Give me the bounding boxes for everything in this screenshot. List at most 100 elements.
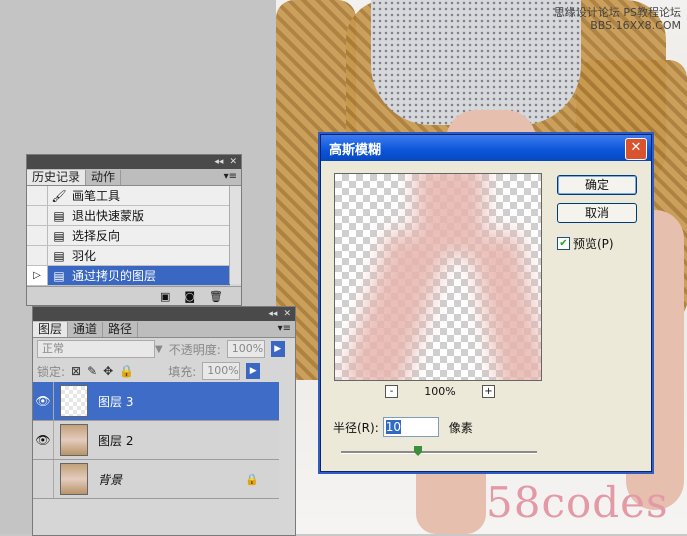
layer-thumbnail xyxy=(60,424,88,456)
layer-row[interactable]: 👁 图层 3 xyxy=(33,382,279,421)
zoom-out-button[interactable]: - xyxy=(385,385,398,398)
chevron-down-icon[interactable]: ▼ xyxy=(155,344,163,355)
history-item-selected[interactable]: ▷ ▤ 通过拷贝的图层 xyxy=(27,266,230,286)
history-item-label: 羽化 xyxy=(72,249,97,263)
watermark-top: 思缘设计论坛 PS教程论坛 BBS.16XX8.COM xyxy=(554,6,681,32)
close-button[interactable]: ✕ xyxy=(625,138,647,160)
doc-icon: ▤ xyxy=(53,248,65,263)
lock-all-icon[interactable]: 🔒 xyxy=(119,364,134,378)
watermark-line2: PS教程论坛 xyxy=(623,6,681,19)
dialog-title: 高斯模糊 xyxy=(329,142,382,158)
watermark-line3: BBS.16XX8.COM xyxy=(590,19,681,32)
zoom-in-button[interactable]: + xyxy=(481,385,495,398)
history-panel-titlebar[interactable]: ◂◂ ✕ xyxy=(27,155,241,169)
trash-icon[interactable]: 🗑 xyxy=(209,290,223,303)
history-source-checkbox[interactable] xyxy=(27,186,48,205)
history-source-checkbox[interactable] xyxy=(27,226,48,245)
layer-thumbnail xyxy=(60,385,88,417)
history-item[interactable]: ▤ 羽化 xyxy=(27,246,230,266)
watermark-bottom: 58codes xyxy=(486,478,669,527)
lock-fill-row: 锁定: ⊠ ✎ ✥ 🔒 填充: 100% ▶ xyxy=(33,360,295,382)
history-item-label: 选择反向 xyxy=(72,229,121,243)
dialog-titlebar[interactable]: 高斯模糊 xyxy=(321,135,651,161)
radius-row: 半径(R): 10 像素 xyxy=(333,417,473,437)
dress xyxy=(371,0,581,125)
doc-icon: ▤ xyxy=(53,268,65,283)
preview-label: 预览(P) xyxy=(573,237,614,251)
collapse-icon[interactable]: ◂◂ xyxy=(268,309,277,319)
layers-panel-titlebar[interactable]: ◂◂ ✕ xyxy=(33,307,295,321)
ok-button[interactable]: 确定 xyxy=(557,175,637,195)
tab-history[interactable]: 历史记录 xyxy=(27,170,87,185)
radius-slider-track[interactable] xyxy=(341,451,537,454)
opacity-input[interactable]: 100% xyxy=(226,340,265,358)
lock-paint-icon[interactable]: ✎ xyxy=(87,364,97,378)
new-document-icon[interactable]: ▣ xyxy=(160,290,170,303)
history-footer: ▣ ◙ 🗑 xyxy=(27,286,241,305)
layer-name[interactable]: 背景 xyxy=(98,471,122,488)
collapse-icon[interactable]: ◂◂ xyxy=(214,157,223,167)
history-list: 🖌 画笔工具 ▤ 退出快速蒙版 ▤ 选择反向 ▤ 羽化 ▷ ▤ 通过拷贝的图层 xyxy=(27,186,230,286)
visibility-toggle-empty[interactable] xyxy=(33,460,54,498)
history-state-marker[interactable]: ▷ xyxy=(27,266,48,285)
history-item-label: 退出快速蒙版 xyxy=(72,209,145,223)
radius-slider-thumb[interactable] xyxy=(414,446,422,456)
layer-row[interactable]: 👁 图层 2 xyxy=(33,421,279,460)
history-source-checkbox[interactable] xyxy=(27,206,48,225)
history-panel: ◂◂ ✕ 历史记录 动作 ▾≡ 🖌 画笔工具 ▤ 退出快速蒙版 ▤ 选择反向 ▤ 羽化 … xyxy=(26,154,242,306)
cancel-button[interactable]: 取消 xyxy=(557,203,637,223)
radius-unit: 像素 xyxy=(448,420,473,435)
tab-channels[interactable]: 通道 xyxy=(68,322,104,337)
zoom-controls: - 100% + xyxy=(385,385,495,398)
lock-icon: 🔒 xyxy=(245,472,259,486)
panel-menu-icon[interactable]: ▾≡ xyxy=(278,323,291,334)
history-item[interactable]: 🖌 画笔工具 xyxy=(27,186,230,206)
blur-preview[interactable] xyxy=(334,173,542,381)
history-item[interactable]: ▤ 选择反向 xyxy=(27,226,230,246)
blend-mode-select[interactable]: 正常 xyxy=(37,340,155,358)
snapshot-icon[interactable]: ◙ xyxy=(184,290,195,303)
layer-thumbnail xyxy=(60,463,88,495)
opacity-label: 不透明度: xyxy=(168,342,221,357)
lock-move-icon[interactable]: ✥ xyxy=(103,364,113,378)
layers-panel: ◂◂ ✕ 图层 通道 路径 ▾≡ 正常 ▼ 不透明度: 100% ▶ 锁定: ⊠… xyxy=(32,306,296,536)
preview-checkbox-row[interactable]: ✔ 预览(P) xyxy=(557,235,614,252)
history-item[interactable]: ▤ 退出快速蒙版 xyxy=(27,206,230,226)
zoom-value: 100% xyxy=(424,385,456,398)
preview-checkbox[interactable]: ✔ xyxy=(557,237,570,250)
opacity-slider-button[interactable]: ▶ xyxy=(270,341,285,357)
lock-label: 锁定: xyxy=(37,364,66,379)
doc-icon: ▤ xyxy=(53,228,65,243)
preview-skin xyxy=(468,230,541,380)
history-source-checkbox[interactable] xyxy=(27,246,48,265)
tab-paths[interactable]: 路径 xyxy=(103,322,139,337)
fill-input[interactable]: 100% xyxy=(202,362,241,380)
history-item-label: 通过拷贝的图层 xyxy=(72,269,157,283)
close-icon[interactable]: ✕ xyxy=(283,309,291,319)
lock-transparency-icon[interactable]: ⊠ xyxy=(71,364,81,378)
tab-actions[interactable]: 动作 xyxy=(86,170,122,185)
layer-name[interactable]: 图层 3 xyxy=(98,393,133,410)
layers-tabs: 图层 通道 路径 ▾≡ xyxy=(33,321,295,338)
layer-list: 👁 图层 3 👁 图层 2 背景 🔒 xyxy=(33,382,279,499)
history-tabs: 历史记录 动作 ▾≡ xyxy=(27,169,241,186)
layer-name[interactable]: 图层 2 xyxy=(98,432,133,449)
close-icon[interactable]: ✕ xyxy=(229,157,237,167)
preview-skin xyxy=(341,228,449,380)
fill-slider-button[interactable]: ▶ xyxy=(246,363,261,379)
radius-input[interactable]: 10 xyxy=(382,417,439,437)
history-item-label: 画笔工具 xyxy=(72,189,121,203)
radius-label: 半径(R): xyxy=(333,420,379,435)
layer-row[interactable]: 背景 🔒 xyxy=(33,460,279,499)
blend-opacity-row: 正常 ▼ 不透明度: 100% ▶ xyxy=(33,338,295,360)
history-scrollbar[interactable] xyxy=(229,186,241,284)
brush-icon: 🖌 xyxy=(51,188,67,203)
tab-layers[interactable]: 图层 xyxy=(33,322,69,337)
eye-icon[interactable]: 👁 xyxy=(33,421,54,459)
fill-label: 填充: xyxy=(168,364,197,379)
panel-menu-icon[interactable]: ▾≡ xyxy=(224,171,237,182)
watermark-line1: 思缘设计论坛 xyxy=(553,6,620,19)
eye-icon[interactable]: 👁 xyxy=(33,382,54,420)
doc-icon: ▤ xyxy=(53,208,65,223)
radius-value: 10 xyxy=(385,420,402,434)
